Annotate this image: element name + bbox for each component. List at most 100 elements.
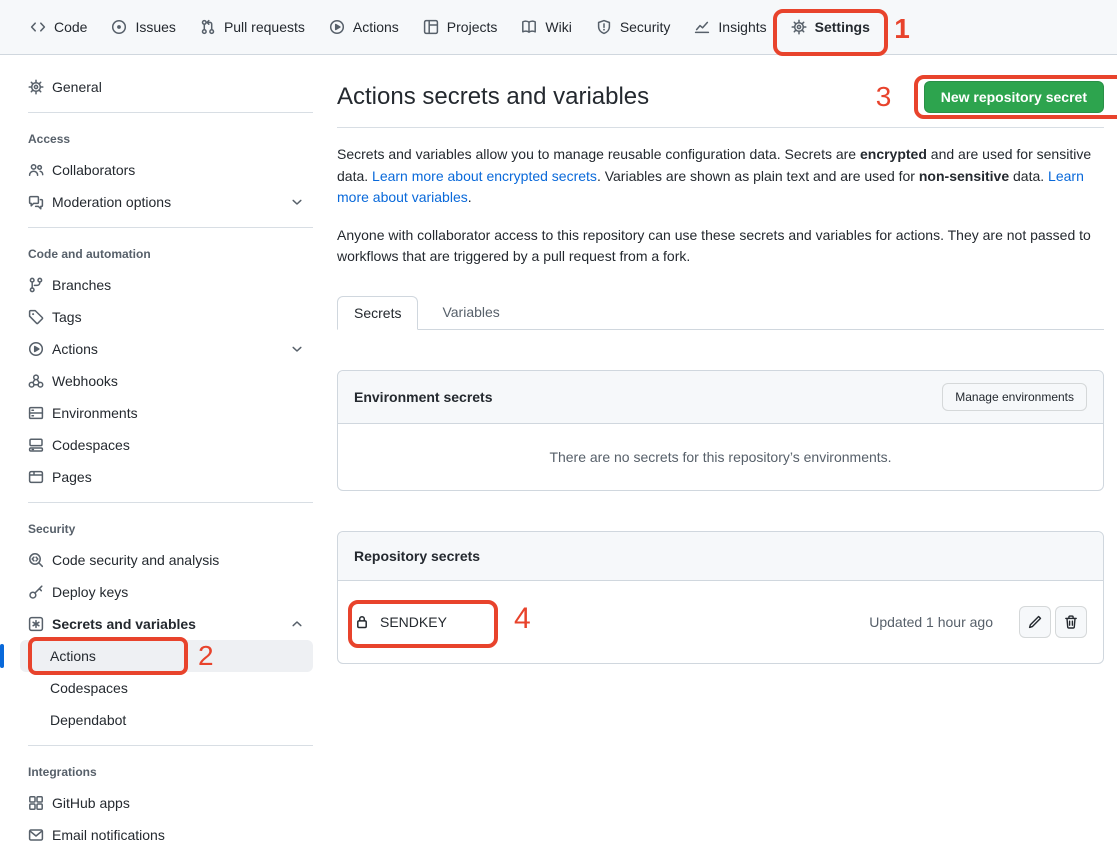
- issue-opened-icon: [111, 19, 127, 35]
- tab-insights[interactable]: Insights: [684, 0, 776, 54]
- chevron-down-icon: [289, 341, 305, 357]
- sidebar-subitem-actions-secrets[interactable]: Actions 2: [20, 640, 313, 672]
- sidebar-item-label: General: [52, 79, 102, 95]
- sidebar-item-general[interactable]: General: [20, 71, 313, 103]
- new-repository-secret-button[interactable]: New repository secret: [924, 81, 1104, 113]
- tab-pull-requests[interactable]: Pull requests: [190, 0, 315, 54]
- sidebar-item-secrets-and-variables[interactable]: Secrets and variables: [20, 608, 313, 640]
- sidebar-item-label: Branches: [52, 277, 111, 293]
- table-icon: [423, 19, 439, 35]
- secret-updated-text: Updated 1 hour ago: [869, 614, 993, 630]
- key-asterisk-icon: [28, 616, 44, 632]
- sidebar-section-code-and-automation: Code and automation: [20, 237, 313, 269]
- secret-row: SENDKEY 4 Updated 1 hour ago: [338, 581, 1103, 663]
- sidebar-subitem-dependabot-secrets[interactable]: Dependabot: [20, 704, 313, 736]
- sidebar-item-webhooks[interactable]: Webhooks: [20, 365, 313, 397]
- lock-icon: [354, 614, 370, 630]
- shield-icon: [596, 19, 612, 35]
- sidebar-item-collaborators[interactable]: Collaborators: [20, 154, 313, 186]
- intro-text: Secrets and variables allow you to manag…: [337, 146, 860, 162]
- github-settings-page: Code Issues Pull requests Actions Projec…: [0, 0, 1117, 867]
- edit-secret-button[interactable]: [1019, 606, 1051, 638]
- intro-paragraph: Secrets and variables allow you to manag…: [337, 144, 1104, 209]
- sidebar-item-label: Deploy keys: [52, 584, 128, 600]
- page-title: Actions secrets and variables: [337, 83, 649, 111]
- pencil-icon: [1027, 614, 1043, 630]
- sidebar-item-actions[interactable]: Actions: [20, 333, 313, 365]
- sidebar-item-email-notifications[interactable]: Email notifications: [20, 819, 313, 851]
- tab-settings-label: Settings: [815, 19, 870, 35]
- tab-pull-requests-label: Pull requests: [224, 19, 305, 35]
- sidebar-item-deploy-keys[interactable]: Deploy keys: [20, 576, 313, 608]
- sidebar-divider: [28, 227, 313, 228]
- sidebar-item-label: Pages: [52, 469, 92, 485]
- manage-environments-button[interactable]: Manage environments: [942, 383, 1087, 411]
- tab-projects-label: Projects: [447, 19, 498, 35]
- sidebar-item-label: Collaborators: [52, 162, 135, 178]
- git-pull-request-icon: [200, 19, 216, 35]
- secret-name: SENDKEY: [380, 614, 447, 630]
- sidebar-item-codespaces[interactable]: Codespaces: [20, 429, 313, 461]
- key-icon: [28, 584, 44, 600]
- settings-sidebar: General Access Collaborators Moderation …: [0, 55, 321, 851]
- delete-secret-button[interactable]: [1055, 606, 1087, 638]
- sidebar-item-moderation-options[interactable]: Moderation options: [20, 186, 313, 218]
- sidebar-item-branches[interactable]: Branches: [20, 269, 313, 301]
- annotation-number-3: 3: [876, 83, 892, 111]
- annotation-number-1: 1: [894, 15, 910, 43]
- apps-icon: [28, 795, 44, 811]
- title-divider: [337, 127, 1104, 128]
- tab-code-label: Code: [54, 19, 87, 35]
- repository-secrets-title: Repository secrets: [354, 548, 480, 564]
- sidebar-item-label: Moderation options: [52, 194, 171, 210]
- sidebar-divider: [28, 745, 313, 746]
- trash-icon: [1063, 614, 1079, 630]
- sidebar-item-environments[interactable]: Environments: [20, 397, 313, 429]
- tab-wiki[interactable]: Wiki: [511, 0, 581, 54]
- sidebar-section-integrations: Integrations: [20, 755, 313, 787]
- browser-icon: [28, 469, 44, 485]
- environment-secrets-empty-message: There are no secrets for this repository…: [338, 424, 1103, 490]
- tab-actions[interactable]: Actions: [319, 0, 409, 54]
- learn-more-encrypted-secrets-link[interactable]: Learn more about encrypted secrets: [372, 168, 597, 184]
- sidebar-item-label: Code security and analysis: [52, 552, 219, 568]
- sidebar-item-pages[interactable]: Pages: [20, 461, 313, 493]
- sidebar-section-security: Security: [20, 512, 313, 544]
- intro-bold-encrypted: encrypted: [860, 146, 927, 162]
- environment-secrets-card: Environment secrets Manage environments …: [337, 370, 1104, 491]
- tag-icon: [28, 309, 44, 325]
- tab-code[interactable]: Code: [20, 0, 97, 54]
- chevron-up-icon: [289, 616, 305, 632]
- repository-secrets-card: Repository secrets SENDKEY 4 Updated 1 h…: [337, 531, 1104, 664]
- people-icon: [28, 162, 44, 178]
- sidebar-item-github-apps[interactable]: GitHub apps: [20, 787, 313, 819]
- tab-wiki-label: Wiki: [545, 19, 571, 35]
- tab-security[interactable]: Security: [586, 0, 681, 54]
- sidebar-item-label: Dependabot: [50, 712, 126, 728]
- git-branch-icon: [28, 277, 44, 293]
- annotation-number-4: 4: [514, 604, 531, 634]
- tab-settings[interactable]: Settings 1: [781, 0, 880, 54]
- server-icon: [28, 405, 44, 421]
- tab-secrets[interactable]: Secrets: [337, 296, 418, 330]
- main-content: Actions secrets and variables New reposi…: [321, 55, 1117, 664]
- sidebar-item-label: Environments: [52, 405, 138, 421]
- sidebar-item-code-security[interactable]: Code security and analysis: [20, 544, 313, 576]
- webhook-icon: [28, 373, 44, 389]
- sidebar-divider: [28, 502, 313, 503]
- collaborator-access-paragraph: Anyone with collaborator access to this …: [337, 225, 1104, 268]
- tab-variables[interactable]: Variables: [426, 296, 515, 329]
- sidebar-item-label: Webhooks: [52, 373, 118, 389]
- intro-text: .: [468, 189, 472, 205]
- tab-projects[interactable]: Projects: [413, 0, 508, 54]
- sidebar-subitem-codespaces-secrets[interactable]: Codespaces: [20, 672, 313, 704]
- sidebar-item-tags[interactable]: Tags: [20, 301, 313, 333]
- tab-issues[interactable]: Issues: [101, 0, 185, 54]
- sidebar-divider: [28, 112, 313, 113]
- annotation-number-2: 2: [198, 642, 214, 670]
- environment-secrets-title: Environment secrets: [354, 389, 493, 405]
- gear-icon: [28, 79, 44, 95]
- code-icon: [30, 19, 46, 35]
- sidebar-item-label: Codespaces: [52, 437, 130, 453]
- secrets-variables-tabnav: Secrets Variables: [337, 296, 1104, 330]
